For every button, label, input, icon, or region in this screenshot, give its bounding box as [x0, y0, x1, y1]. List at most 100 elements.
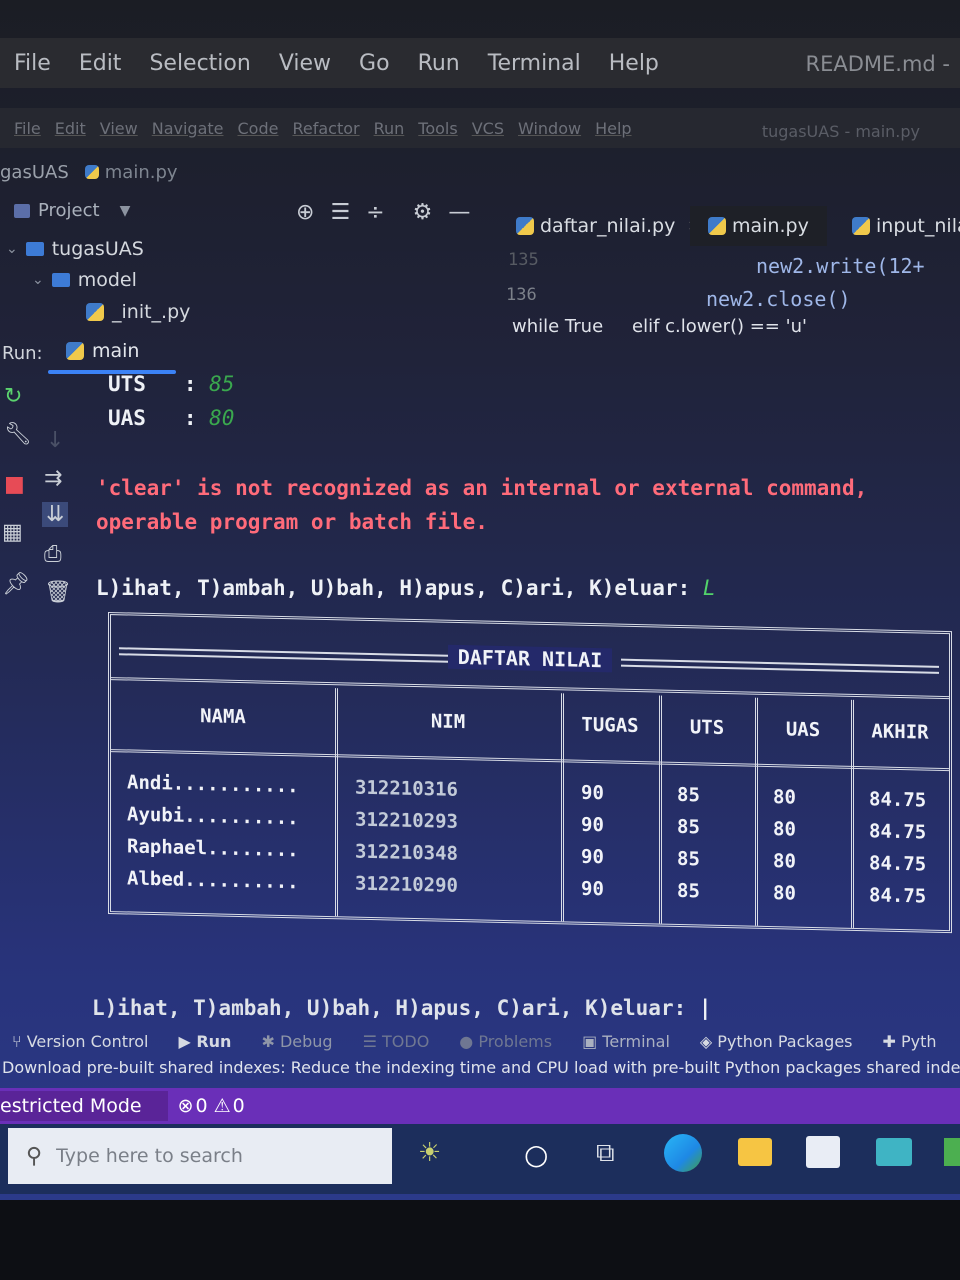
cell-nim: 312210316	[355, 776, 458, 801]
breadcrumb-file[interactable]: main.py	[105, 162, 178, 183]
scope-crumb[interactable]: elif c.lower() == 'u'	[632, 316, 807, 337]
pc-menu-code[interactable]: Code	[238, 119, 279, 138]
vs-window-title: README.md -	[805, 52, 951, 76]
console-prompt-text: L)ihat, T)ambah, U)bah, H)apus, C)ari, K…	[96, 576, 703, 600]
tab-label: Debug	[279, 1031, 333, 1051]
tab-version-control[interactable]: ⑂ Version Control	[12, 1032, 148, 1051]
pc-menu-tools[interactable]: Tools	[418, 119, 457, 138]
warning-count[interactable]: 0	[233, 1095, 245, 1117]
pc-menu-navigate[interactable]: Navigate	[152, 119, 224, 138]
print-icon[interactable]: ⎙	[44, 542, 62, 567]
pc-menu-vcs[interactable]: VCS	[472, 119, 504, 138]
tab-input-nilai[interactable]: input_nilai	[852, 206, 960, 246]
tab-todo[interactable]: ☰ TODO	[363, 1032, 430, 1051]
error-count[interactable]: 0	[196, 1095, 208, 1117]
tab-label: Problems	[478, 1031, 553, 1051]
run-tab-main[interactable]: main	[66, 340, 139, 362]
tab-problems[interactable]: ● Problems	[459, 1032, 552, 1051]
cell-tugas: 90	[581, 877, 604, 901]
scroll-to-end-icon[interactable]: ⇊	[42, 502, 69, 527]
taskbar-search-box[interactable]: ⚲ Type here to search	[8, 1128, 392, 1184]
file-explorer-icon[interactable]	[738, 1138, 772, 1166]
store-icon[interactable]	[806, 1136, 840, 1168]
console-prompt: L)ihat, T)ambah, U)bah, H)apus, C)ari, K…	[92, 996, 712, 1020]
vs-menu-edit[interactable]: Edit	[79, 51, 122, 76]
tree-item-tugasuas[interactable]: ⌄ tugasUAS	[6, 238, 144, 260]
tree-item-model[interactable]: ⌄ model	[32, 269, 137, 291]
weather-icon[interactable]: ☀	[418, 1138, 441, 1168]
taskbar: ⚲ Type here to search ☀ ○ ⧉	[0, 1124, 960, 1194]
trash-icon[interactable]: 🗑︎	[44, 580, 72, 605]
edge-browser-icon[interactable]	[664, 1134, 702, 1172]
pc-menu-help[interactable]: Help	[595, 119, 631, 138]
pc-window-title: tugasUAS - main.py	[761, 122, 920, 141]
mail-icon[interactable]	[876, 1138, 912, 1166]
locate-icon[interactable]: ⊕	[296, 200, 314, 225]
tab-run[interactable]: ▶ Run	[178, 1032, 231, 1051]
expand-all-icon[interactable]: ☰	[330, 200, 350, 225]
vs-menu-terminal[interactable]: Terminal	[488, 51, 581, 76]
project-panel-header[interactable]: Project ▼	[14, 200, 130, 221]
code-line[interactable]: new2.close()	[706, 287, 851, 311]
cell-uts: 85	[677, 815, 700, 839]
pc-menu-refactor[interactable]: Refactor	[292, 119, 359, 138]
project-panel-title: Project	[38, 200, 100, 221]
soft-wrap-icon[interactable]: ⇉	[44, 466, 62, 491]
cortana-icon[interactable]: ○	[524, 1138, 548, 1171]
gear-icon[interactable]: ⚙	[413, 200, 433, 225]
console-uts-value: 85	[209, 372, 235, 396]
tab-main[interactable]: main.py	[690, 206, 827, 246]
cell-akhir: 84.75	[869, 820, 927, 844]
pc-menu-window[interactable]: Window	[518, 119, 581, 138]
tab-debug[interactable]: ✱ Debug	[261, 1032, 332, 1051]
rerun-icon[interactable]: ↻	[4, 384, 22, 409]
chevron-down-icon[interactable]: ▼	[120, 203, 131, 219]
scope-crumb[interactable]: while True	[512, 316, 603, 337]
python-file-icon	[84, 165, 99, 179]
tab-label: Python Packages	[717, 1031, 853, 1051]
wrench-icon[interactable]: 🔧︎	[4, 422, 32, 447]
tab-daftar-nilai[interactable]: daftar_nilai.py ×	[516, 206, 699, 246]
cell-nim: 312210290	[355, 872, 458, 897]
hide-panel-icon[interactable]: —	[448, 200, 470, 225]
table-title-text: DAFTAR NILAI	[447, 644, 613, 673]
breadcrumb-project[interactable]: gasUAS	[0, 162, 69, 183]
code-line[interactable]: new2.write(12+	[756, 254, 925, 278]
tree-item-label: model	[77, 269, 137, 291]
indexes-notification[interactable]: Download pre-built shared indexes: Reduc…	[2, 1058, 960, 1088]
task-view-icon[interactable]: ⧉	[596, 1138, 615, 1169]
vs-menu-go[interactable]: Go	[359, 51, 390, 76]
cell-tugas: 90	[581, 845, 604, 869]
pc-menu-edit[interactable]: Edit	[55, 119, 86, 138]
vs-menu-run[interactable]: Run	[418, 51, 460, 76]
warning-icon: ⚠	[213, 1095, 231, 1117]
app-icon[interactable]	[944, 1138, 960, 1166]
vs-menu-file[interactable]: File	[14, 51, 51, 76]
vs-menu-view[interactable]: View	[279, 51, 331, 76]
chevron-down-icon: ⌄	[6, 241, 18, 257]
console-uas-label: UAS :	[108, 406, 210, 430]
tree-item-init[interactable]: _init_.py	[86, 301, 190, 323]
collapse-all-icon[interactable]: ÷	[366, 200, 384, 225]
vs-menu-help[interactable]: Help	[609, 51, 659, 76]
search-icon: ⚲	[26, 1143, 43, 1169]
cell-nama: Ayubi..........	[127, 803, 299, 830]
tab-python-packages[interactable]: ◈ Python Packages	[700, 1032, 853, 1051]
pc-menu-file[interactable]: File	[14, 119, 41, 138]
console-error-line: 'clear' is not recognized as an internal…	[96, 476, 868, 500]
arrow-down-icon[interactable]: ↓	[46, 428, 64, 453]
stop-icon[interactable]: ■	[4, 472, 25, 497]
pc-menu-view[interactable]: View	[100, 119, 138, 138]
pin-icon[interactable]: 📌︎	[2, 572, 30, 597]
tab-python-console[interactable]: ✚ Pyth	[883, 1032, 937, 1051]
vs-menu-selection[interactable]: Selection	[149, 51, 250, 76]
tab-label: Terminal	[602, 1031, 670, 1051]
text-cursor[interactable]: |	[699, 996, 712, 1020]
restricted-mode-badge[interactable]: estricted Mode	[0, 1091, 168, 1121]
monitor-screen: File Edit Selection View Go Run Terminal…	[0, 0, 960, 1200]
header-uas: UAS	[785, 718, 821, 742]
python-icon	[66, 342, 84, 360]
pc-menu-run[interactable]: Run	[374, 119, 405, 138]
layout-icon[interactable]: ▦	[2, 520, 23, 545]
tab-terminal[interactable]: ▣ Terminal	[582, 1032, 670, 1051]
